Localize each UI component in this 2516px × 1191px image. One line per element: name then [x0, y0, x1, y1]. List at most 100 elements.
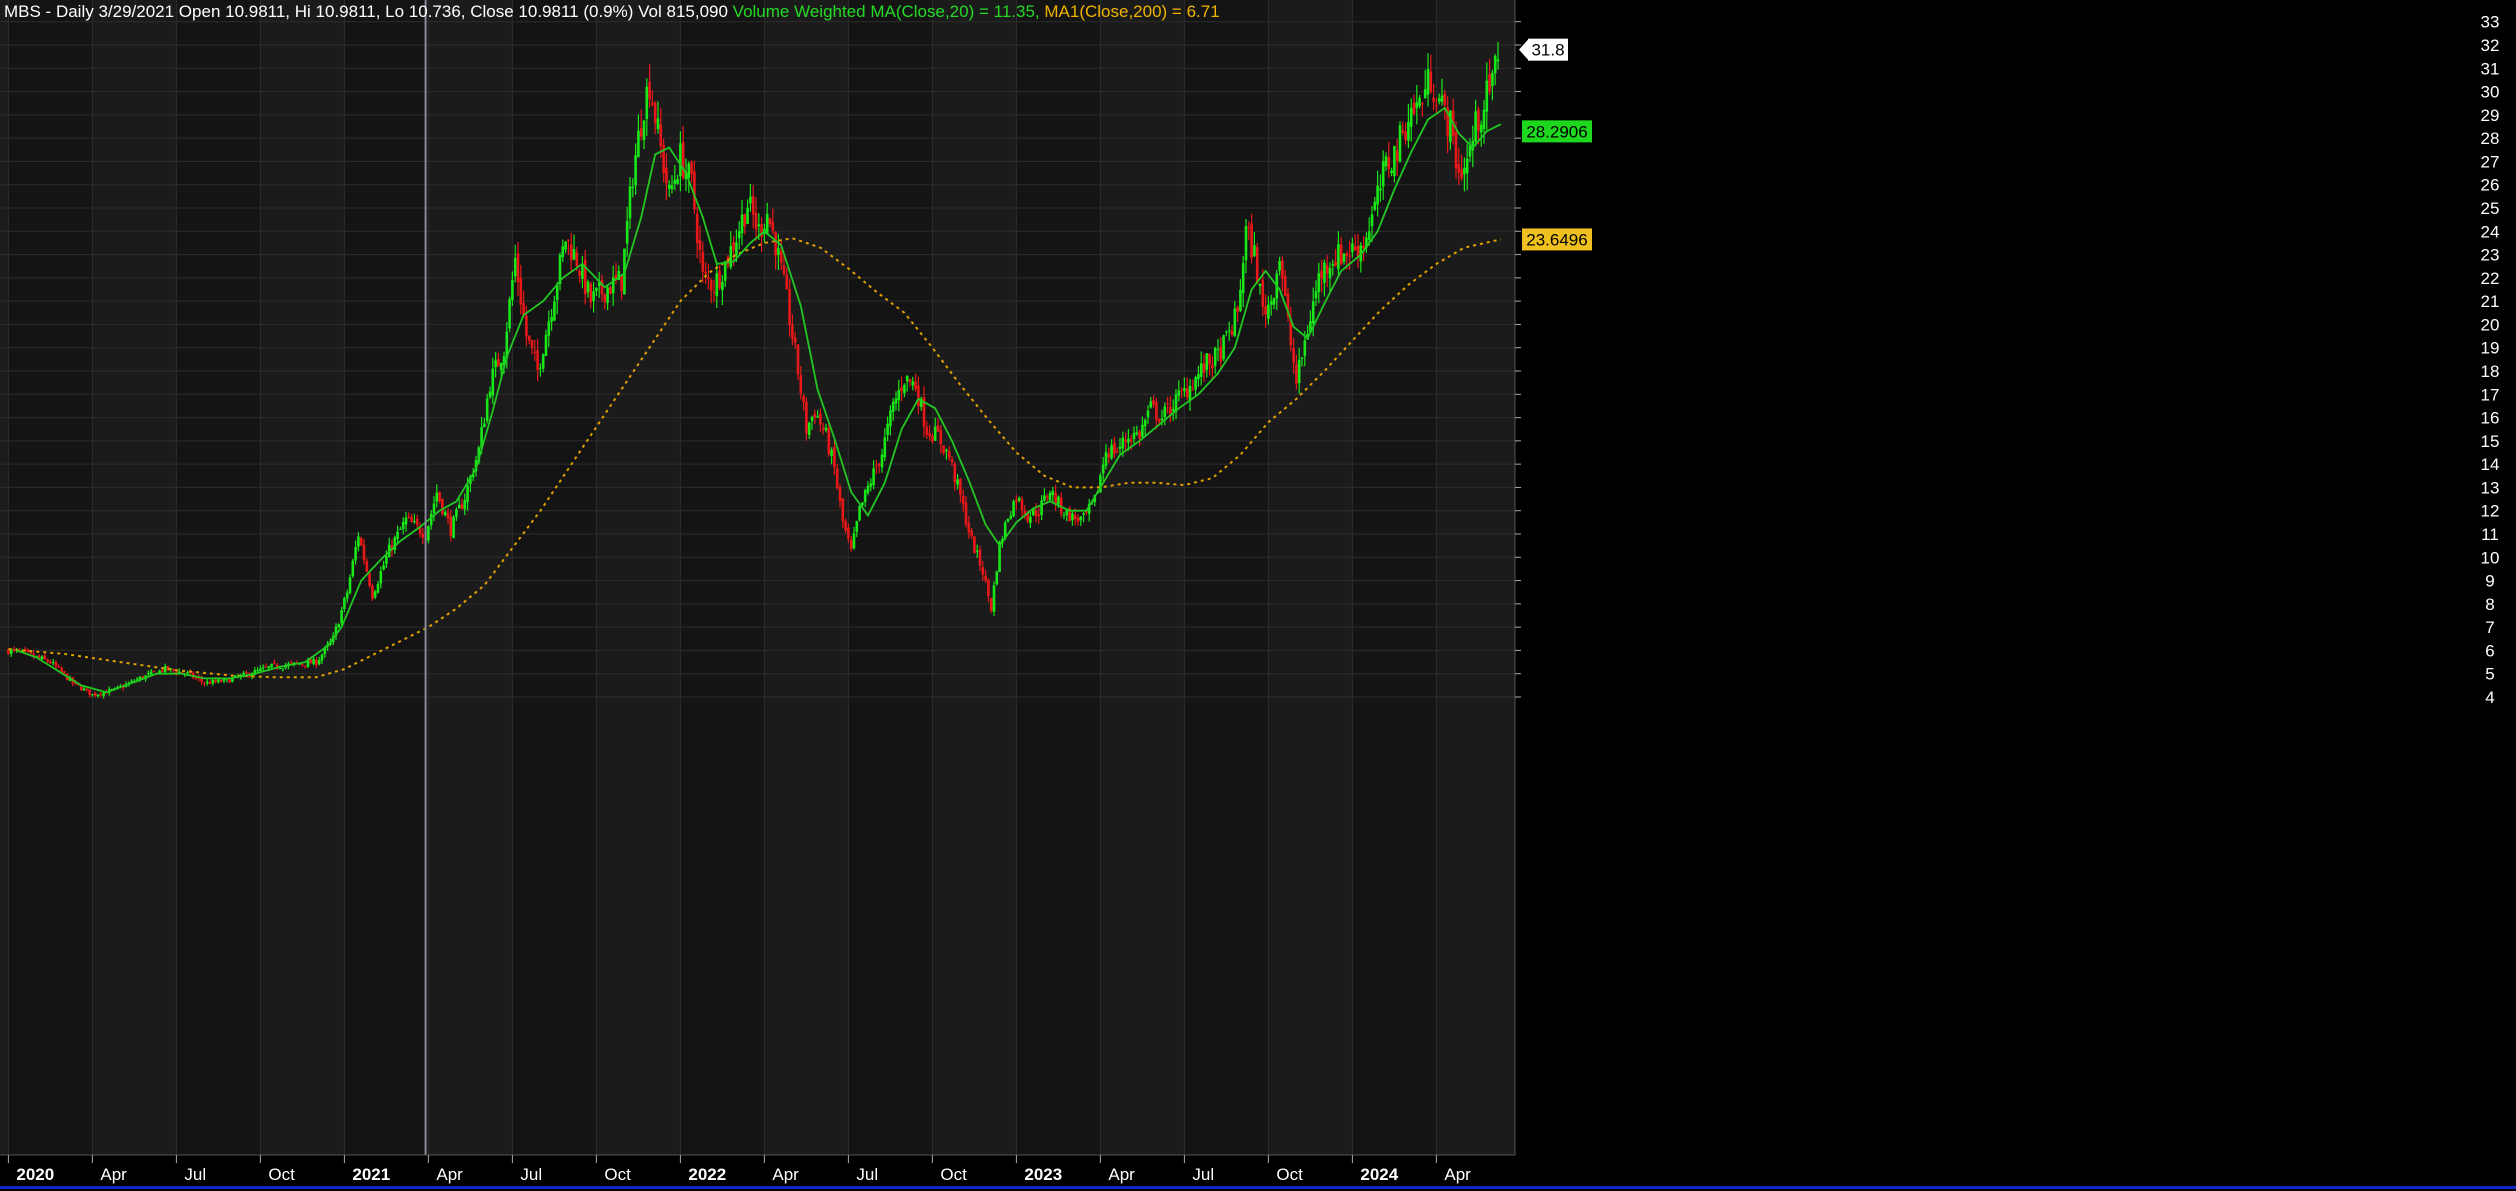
candle-body [785, 274, 789, 290]
price-tick-label: 19 [2481, 339, 2500, 358]
candle-body [1421, 103, 1424, 105]
candle-body [1138, 431, 1141, 439]
candle-body [707, 276, 710, 280]
candle-body [343, 597, 346, 609]
candle-body [348, 577, 352, 594]
candle-body [1485, 80, 1489, 112]
date-axis[interactable]: 2020 Apr Jul Oct 2021 Apr Jul Oct 2022 Apr Jul Oct 2… [0, 1154, 2516, 1191]
candle-body [1443, 93, 1447, 106]
candle-body [729, 245, 733, 268]
candle-body [541, 354, 545, 369]
candle-body [953, 463, 957, 483]
candle-body [513, 257, 517, 277]
candle-body [875, 465, 878, 467]
candle-body [1337, 244, 1340, 270]
candle-body [1146, 410, 1150, 418]
candle-body [1101, 464, 1105, 474]
quarter-band [848, 0, 933, 1155]
candle-body [43, 655, 47, 660]
candle-body [735, 242, 738, 256]
status-strip [0, 1186, 2516, 1189]
candle-body [533, 351, 537, 353]
price-tick-label: 22 [2481, 269, 2500, 288]
candle-body [771, 221, 775, 231]
candle-body [466, 485, 469, 502]
candle-body [698, 239, 702, 251]
candle-body [99, 694, 103, 696]
candle-body [1191, 389, 1195, 391]
candle-body [508, 298, 511, 329]
candle-body [26, 649, 30, 652]
candle-body [550, 316, 553, 322]
candle-body [219, 680, 223, 682]
vwma-legend-label[interactable]: Volume Weighted MA(Close,20) [733, 2, 975, 21]
candle-body [805, 401, 808, 434]
date-tick-label: Apr [772, 1165, 799, 1184]
candle-body [1199, 363, 1203, 377]
ma200-legend-value: = 6.71 [1167, 2, 1220, 21]
candle-body [718, 271, 721, 288]
date-tick-label: Oct [1276, 1165, 1303, 1184]
price-tick-label: 11 [2481, 525, 2499, 544]
candle-body [1222, 335, 1225, 360]
candle-body [796, 344, 800, 375]
price-tick-label: 7 [2485, 618, 2494, 637]
candle-body [1157, 419, 1161, 423]
candle-body [667, 184, 671, 189]
candle-body [1367, 231, 1371, 240]
candle-body [427, 526, 430, 541]
candle-body [749, 196, 752, 204]
candle-body [824, 427, 828, 431]
candle-body [894, 398, 898, 404]
date-tick-label: 2024 [1360, 1165, 1398, 1184]
candle-body [1409, 107, 1413, 127]
candle-body [620, 274, 623, 292]
price-chart[interactable]: 4567891011121314151617181920212223242526… [0, 0, 2516, 1191]
candle-body [578, 270, 581, 276]
candle-body [847, 527, 850, 539]
candle-body [925, 427, 929, 435]
price-tick-label: 9 [2485, 572, 2494, 591]
candle-body [905, 375, 909, 382]
candle-body [547, 321, 551, 336]
candle-body [1381, 161, 1385, 187]
candle-body [569, 244, 573, 261]
candle-body [345, 592, 349, 599]
price-tick-label: 21 [2481, 292, 2500, 311]
candle-body [1393, 145, 1396, 177]
candle-body [704, 271, 707, 274]
candle-body [264, 666, 268, 668]
candle-body [721, 281, 724, 291]
candle-body [1034, 510, 1038, 517]
candle-body [961, 495, 965, 504]
candle-body [903, 384, 906, 394]
candle-body [163, 665, 167, 673]
candle-body [572, 249, 576, 260]
candle-body [1121, 437, 1125, 449]
candle-body [1152, 400, 1155, 405]
candle-body [1429, 71, 1433, 92]
date-tick-label: 2020 [16, 1165, 54, 1184]
candle-body [642, 120, 646, 141]
price-tick-label: 8 [2485, 595, 2494, 614]
candle-body [1247, 227, 1251, 229]
date-tick-label: Oct [940, 1165, 967, 1184]
ma200-legend-label[interactable]: MA1(Close,200) [1044, 2, 1167, 21]
candle-body [849, 540, 853, 550]
candle-body [1370, 214, 1374, 227]
quarter-band [344, 0, 429, 1155]
candle-body [161, 670, 164, 672]
candle-body [645, 86, 649, 119]
candle-body [1395, 150, 1399, 162]
price-axis[interactable]: 4 5 6 7 8 9 10 11 12 13 14 15 16 17 18 19 20 21 22 23 24 25 26… [1514, 0, 2516, 1155]
candle-body [959, 478, 962, 495]
candle-body [259, 668, 262, 671]
candle-body [1230, 330, 1234, 335]
candle-body [1185, 388, 1189, 398]
candle-body [844, 520, 847, 531]
candle-body [1398, 125, 1402, 162]
candle-body [340, 610, 343, 624]
candle-body [1104, 452, 1108, 466]
candle-body [1320, 270, 1323, 279]
candle-body [1062, 514, 1066, 516]
